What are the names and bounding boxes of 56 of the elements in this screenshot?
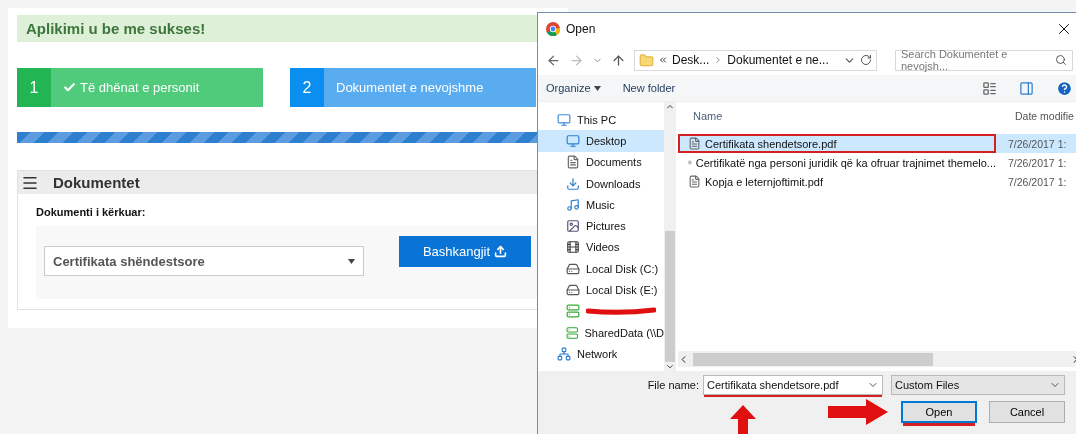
column-header[interactable]: Date modifie [1003,110,1074,122]
dialog-button[interactable]: Open [901,401,977,423]
file-date: 7/26/2017 1: [1007,175,1067,188]
file-name: Certifikatë nga personi juridik që ka ofruar trajnimet themelo... [678,153,996,172]
toolbar-button[interactable]: New folder [622,82,676,94]
caret-icon [348,258,355,264]
nav-item[interactable]: Network [538,343,664,365]
file-type-dropdown[interactable]: Custom Files [891,375,1065,395]
drive-icon [566,325,579,340]
file-name: Kopja e leternjoftimit.pdf [678,172,996,191]
toolbar-button[interactable]: Organize [546,82,601,94]
view-icon[interactable] [982,80,997,96]
attach-button[interactable]: Bashkangjit [399,236,531,267]
back-icon[interactable] [546,52,561,68]
preview-pane-icon[interactable] [1019,80,1034,96]
file-row[interactable]: Certifikatë nga personi juridik që ka ofruar trajnimet themelo... 7/26/2017 1: [678,153,1076,172]
upload-icon [494,245,508,258]
nav-item[interactable]: Downloads [538,172,664,195]
search-icon [1055,54,1067,66]
breadcrumb-item[interactable]: Dokumentet e ne... [727,53,829,67]
nav-item[interactable]: This PC [538,109,664,131]
field-label: Dokumenti i kërkuar: [36,206,147,218]
address-bar[interactable]: Desk... Dokumentet e ne... [634,49,877,71]
nav-item[interactable]: Local Disk (E:) [538,279,664,301]
scrollbar[interactable] [678,351,1076,367]
nav-item[interactable]: SharedData (\\D [538,321,664,344]
check-icon [63,81,76,94]
file-row[interactable]: Kopja e leternjoftimit.pdf 7/26/2017 1: [678,172,1076,191]
panel-title: Dokumentet [53,174,140,191]
file-name: Certifikata shendetsore.pdf [678,134,996,153]
chevrons-icon [658,55,668,65]
file-date: 7/26/2017 1: [1007,137,1067,150]
network-icon [557,346,571,361]
scrollbar[interactable] [664,102,676,371]
dialog-title: Open [566,22,597,36]
nav-item[interactable]: Desktop [538,130,664,152]
file-name-label: File name: [647,379,699,391]
refresh-icon [860,54,872,66]
browser-logo-icon [546,22,560,36]
nav-item[interactable]: Local Disk (C:) [538,258,664,280]
dialog-button[interactable]: Cancel [989,401,1065,423]
file-date: 7/26/2017 1: [1007,156,1067,169]
file-name-field[interactable]: Certifikata shendetsore.pdf [703,375,883,395]
column-header[interactable]: Name [678,110,1003,122]
help-icon[interactable] [1056,79,1073,97]
document-select[interactable]: Certifikata shëndestsore [44,246,364,276]
caret-icon [593,85,601,91]
file-row[interactable]: Certifikata shendetsore.pdf 7/26/2017 1: [678,134,1076,153]
nav-item[interactable]: Pictures [538,215,664,237]
breadcrumb-item[interactable]: Desk... [672,53,710,67]
drive-icon [566,304,580,319]
nav-item[interactable]: Videos [538,236,664,259]
up-icon[interactable] [611,52,626,68]
nav-item[interactable]: Music [538,194,664,216]
nav-item[interactable]: Documents [538,151,664,173]
search-field[interactable]: Search Dokumentet e nevojsh... [895,49,1073,71]
